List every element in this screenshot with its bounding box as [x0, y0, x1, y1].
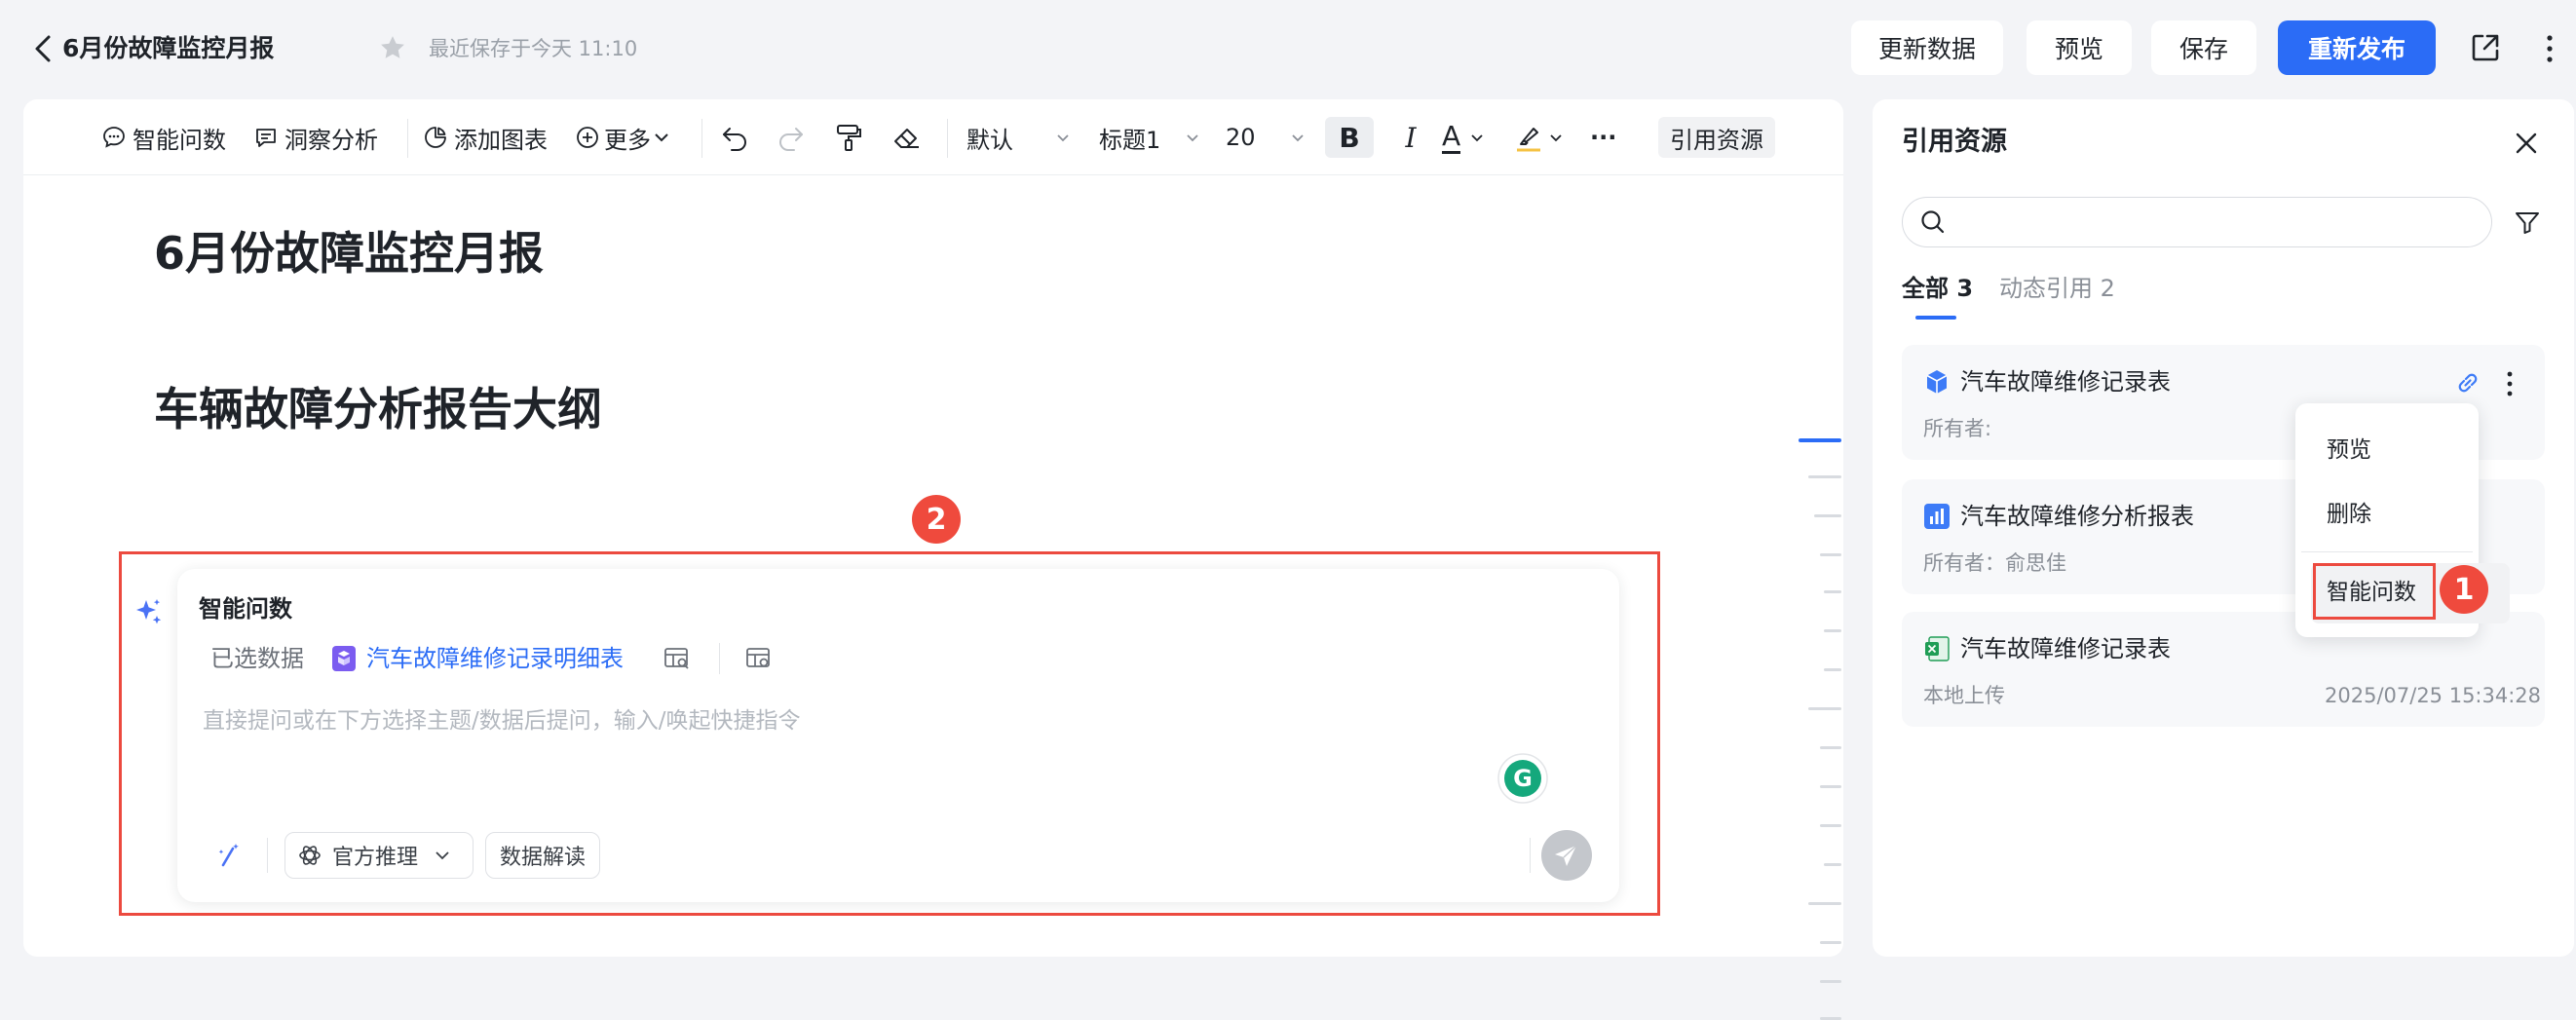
smart-query-tool[interactable]: 智能问数: [101, 117, 226, 158]
resource-owner: 所有者：俞思佳: [1923, 551, 2066, 575]
smart-query-label: 智能问数: [133, 126, 226, 154]
font-family-value: 默认: [966, 126, 1013, 154]
bar-chart-icon: [1924, 504, 1950, 529]
toc-active-marker[interactable]: [1799, 438, 1841, 442]
heading-select[interactable]: 标题1: [1099, 117, 1203, 158]
toc-item[interactable]: [1824, 629, 1841, 632]
menu-divider: [2301, 551, 2473, 552]
annotation-box: [2313, 563, 2436, 620]
font-size-select[interactable]: 20: [1226, 117, 1308, 158]
pie-chart-icon: [425, 127, 446, 148]
redo-tool[interactable]: [774, 117, 807, 158]
more-label: 更多: [604, 126, 651, 154]
toc-item[interactable]: [1820, 785, 1841, 788]
resource-owner: 所有者:: [1923, 417, 1992, 440]
save-status: 最近保存于今天 11:10: [429, 37, 638, 60]
text-color-letter: A: [1442, 119, 1461, 154]
chevron-down-icon: [1471, 134, 1483, 142]
toc-item[interactable]: [1824, 668, 1841, 671]
close-icon[interactable]: [2512, 129, 2541, 158]
chevron-down-icon: [655, 133, 668, 142]
format-painter-icon: [837, 125, 861, 151]
italic-button[interactable]: I: [1391, 117, 1430, 158]
redo-icon: [779, 128, 803, 151]
text-color-tool[interactable]: A: [1442, 117, 1488, 158]
outline-heading[interactable]: 车辆故障分析报告大纲: [154, 378, 602, 440]
more-options-button[interactable]: ···: [1590, 117, 1616, 158]
add-chart-label: 添加图表: [454, 126, 548, 154]
resource-source: 本地上传: [1923, 684, 2005, 707]
resource-panel-title: 引用资源: [1902, 127, 2007, 157]
active-tab-indicator: [1915, 316, 1956, 320]
add-chart-tool[interactable]: 添加图表: [423, 117, 548, 158]
save-button[interactable]: 保存: [2151, 20, 2256, 75]
link-icon[interactable]: [2453, 368, 2482, 397]
back-arrow-icon[interactable]: [29, 31, 58, 66]
toc-item[interactable]: [1808, 902, 1841, 905]
toolbar-divider: [947, 119, 948, 158]
star-icon[interactable]: [378, 33, 407, 62]
annotation-box: [119, 551, 1660, 916]
chevron-down-icon: [1550, 134, 1562, 142]
resource-name: 汽车故障维修记录表: [1960, 635, 2171, 662]
excel-icon: [1925, 636, 1950, 661]
search-icon: [1921, 210, 1945, 234]
insight-label: 洞察分析: [284, 126, 378, 154]
resource-search-input[interactable]: [1958, 201, 2475, 244]
font-family-select[interactable]: 默认: [966, 117, 1074, 158]
chevron-down-icon: [1187, 134, 1198, 142]
menu-item-preview[interactable]: 预览: [2327, 433, 2371, 468]
toc-item[interactable]: [1824, 590, 1841, 593]
doc-title[interactable]: 6月份故障监控月报: [62, 29, 274, 68]
toc-item[interactable]: [1814, 514, 1841, 517]
refresh-data-button[interactable]: 更新数据: [1851, 20, 2003, 75]
eraser-icon: [894, 129, 919, 148]
share-external-icon[interactable]: [2469, 31, 2502, 64]
tab-dynamic-refs[interactable]: 动态引用 2: [1999, 271, 2115, 306]
more-vertical-icon[interactable]: [2543, 31, 2557, 66]
republish-button[interactable]: 重新发布: [2278, 20, 2436, 75]
toc-item[interactable]: [1808, 707, 1841, 710]
highlighter-icon: [1517, 128, 1540, 152]
clear-format-tool[interactable]: [890, 117, 924, 158]
annotation-marker-1: 1: [2440, 565, 2488, 614]
menu-item-delete[interactable]: 删除: [2327, 497, 2371, 532]
more-vertical-icon[interactable]: [2504, 368, 2516, 399]
chevron-down-icon: [1057, 134, 1069, 142]
undo-icon: [723, 128, 746, 151]
more-tool[interactable]: 更多: [575, 117, 672, 158]
chevron-down-icon: [1291, 134, 1304, 142]
annotation-marker-2: 2: [912, 495, 961, 544]
filter-icon[interactable]: [2512, 207, 2543, 238]
toc-item[interactable]: [1820, 824, 1841, 827]
plus-circle-icon: [577, 127, 598, 148]
heading-value: 标题1: [1099, 126, 1161, 154]
tab-all[interactable]: 全部 3: [1902, 271, 1973, 306]
toolbar-divider: [701, 119, 702, 158]
bold-button[interactable]: B: [1325, 117, 1374, 158]
toc-item[interactable]: [1820, 746, 1841, 749]
font-size-value: 20: [1226, 124, 1256, 151]
toc-item[interactable]: [1820, 941, 1841, 944]
resource-date: 2025/07/25 15:34:28: [2325, 684, 2542, 707]
format-painter-tool[interactable]: [832, 117, 865, 158]
message-lines-icon: [256, 129, 276, 147]
chat-bubble-icon: [103, 127, 125, 148]
resource-name: 汽车故障维修分析报表: [1960, 503, 2194, 530]
toc-item[interactable]: [1808, 475, 1841, 478]
toolbar-divider: [407, 119, 408, 158]
document-title[interactable]: 6月份故障监控月报: [154, 222, 544, 284]
toc-item[interactable]: [1824, 863, 1841, 866]
preview-button[interactable]: 预览: [2027, 20, 2132, 75]
undo-tool[interactable]: [719, 117, 752, 158]
insight-tool[interactable]: 洞察分析: [253, 117, 378, 158]
cite-resource-button[interactable]: 引用资源: [1658, 117, 1775, 158]
cube-icon: [1926, 370, 1948, 394]
toc-item[interactable]: [1820, 980, 1841, 983]
resource-name: 汽车故障维修记录表: [1960, 368, 2171, 396]
highlight-tool[interactable]: [1514, 117, 1567, 158]
toc-item[interactable]: [1820, 553, 1841, 556]
editor-toolbar: 智能问数 洞察分析 添加图表 更多 默认 标题1 20 B I A ··· 引用…: [23, 99, 1843, 175]
